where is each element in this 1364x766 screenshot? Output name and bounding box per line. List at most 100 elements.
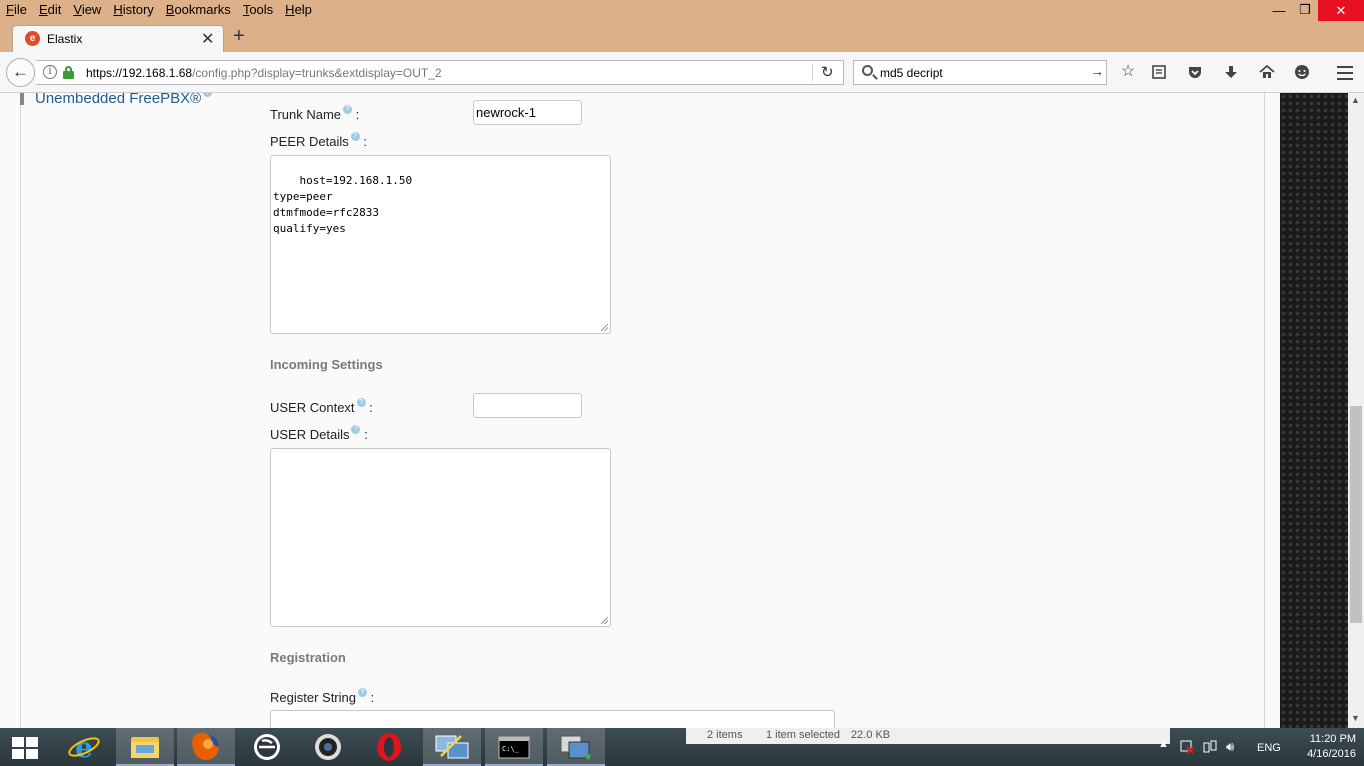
search-go-icon[interactable]: → bbox=[1090, 63, 1104, 79]
maximize-button[interactable]: ❐ bbox=[1292, 0, 1318, 20]
volume-icon[interactable]: 🔊︎ bbox=[1226, 739, 1234, 755]
camera-app-icon[interactable] bbox=[299, 728, 357, 766]
peer-details-textarea[interactable]: host=192.168.1.50 type=peer dtmfmode=rfc… bbox=[270, 155, 611, 334]
unembedded-freepbx-link[interactable]: Unembedded FreePBX®? bbox=[35, 93, 213, 107]
user-details-text: USER Details bbox=[270, 427, 350, 442]
back-button[interactable]: ← bbox=[6, 58, 35, 87]
explorer-item-count: 2 items bbox=[707, 729, 743, 741]
pocket-icon[interactable] bbox=[1185, 62, 1205, 82]
remote-desktop-icon[interactable] bbox=[547, 728, 605, 766]
language-indicator[interactable]: ENG bbox=[1257, 742, 1281, 754]
incoming-settings-heading: Incoming Settings bbox=[270, 357, 383, 372]
help-icon[interactable]: ? bbox=[356, 398, 366, 407]
peer-details-label: PEER Details? : bbox=[270, 132, 367, 149]
register-string-label: Register String? : bbox=[270, 688, 375, 705]
network-tool-icon[interactable] bbox=[423, 728, 481, 766]
command-prompt-icon[interactable]: C:\_ bbox=[485, 728, 543, 766]
resize-grip-icon[interactable] bbox=[601, 324, 608, 331]
register-string-text: Register String bbox=[270, 690, 356, 705]
left-border bbox=[20, 93, 21, 728]
windows-start-icon[interactable] bbox=[12, 737, 38, 759]
downloads-icon[interactable] bbox=[1221, 62, 1241, 82]
url-path: /config.php?display=trunks&extdisplay=OU… bbox=[192, 66, 442, 80]
svg-text:e: e bbox=[75, 731, 93, 764]
home-icon[interactable] bbox=[1257, 62, 1277, 82]
firefox-icon[interactable] bbox=[177, 728, 235, 766]
colon: : bbox=[363, 134, 367, 149]
trunk-name-text: Trunk Name bbox=[270, 107, 342, 122]
user-details-label: USER Details? : bbox=[270, 425, 368, 442]
explorer-status-bar: 2 items 1 item selected 22.0 KB bbox=[686, 728, 1170, 744]
colon: : bbox=[370, 690, 375, 705]
windows-taskbar: e C:\_ 2 items 1 item selected 22.0 KB ▲… bbox=[0, 728, 1364, 766]
bookmark-star-icon[interactable]: ☆ bbox=[1118, 62, 1138, 82]
user-details-textarea[interactable] bbox=[270, 448, 611, 627]
sidebar-marker bbox=[20, 93, 24, 105]
svg-text:C:\_: C:\_ bbox=[502, 745, 520, 753]
search-icon bbox=[862, 65, 873, 76]
app-circle-icon[interactable] bbox=[238, 728, 296, 766]
menu-help[interactable]: Help bbox=[279, 0, 318, 20]
reading-list-icon[interactable] bbox=[1149, 62, 1169, 82]
url-bar[interactable]: i https://192.168.1.68/config.php?displa… bbox=[36, 60, 844, 85]
navigation-bar: ← i https://192.168.1.68/config.php?disp… bbox=[0, 52, 1364, 93]
registration-heading: Registration bbox=[270, 650, 346, 665]
title-bar: File Edit View History Bookmarks Tools H… bbox=[0, 0, 1364, 22]
menu-bar: File Edit View History Bookmarks Tools H… bbox=[0, 0, 318, 20]
close-window-button[interactable]: ✕ bbox=[1318, 0, 1364, 21]
trunk-name-label: Trunk Name? : bbox=[270, 105, 360, 122]
register-string-input[interactable] bbox=[270, 710, 835, 728]
explorer-selected-size: 22.0 KB bbox=[851, 729, 891, 741]
peer-details-value: host=192.168.1.50 type=peer dtmfmode=rfc… bbox=[273, 174, 413, 235]
colon: : bbox=[355, 107, 360, 122]
url-text[interactable]: https://192.168.1.68/config.php?display=… bbox=[86, 66, 442, 80]
help-icon[interactable]: ? bbox=[350, 132, 360, 141]
peer-details-text: PEER Details bbox=[270, 134, 349, 149]
file-explorer-icon[interactable] bbox=[116, 728, 174, 766]
tab-elastix[interactable]: e Elastix ✕ bbox=[12, 25, 224, 52]
menu-view[interactable]: View bbox=[67, 0, 107, 20]
menu-file[interactable]: File bbox=[0, 0, 33, 20]
info-icon[interactable]: i bbox=[43, 65, 57, 79]
scroll-thumb[interactable] bbox=[1350, 406, 1362, 623]
url-host: https://192.168.1.68 bbox=[86, 66, 193, 80]
system-clock[interactable]: 11:20 PM 4/16/2016 bbox=[1290, 732, 1356, 762]
menu-bookmarks[interactable]: Bookmarks bbox=[160, 0, 237, 20]
menu-tools[interactable]: Tools bbox=[237, 0, 279, 20]
internet-explorer-icon[interactable]: e bbox=[55, 728, 113, 766]
help-icon[interactable]: ? bbox=[203, 93, 213, 97]
scroll-up-icon[interactable]: ▲ bbox=[1351, 95, 1360, 105]
tab-close-icon[interactable]: ✕ bbox=[201, 29, 214, 49]
menu-history[interactable]: History bbox=[107, 0, 159, 20]
network-icon[interactable] bbox=[1203, 740, 1217, 757]
clock-date: 4/16/2016 bbox=[1307, 748, 1356, 760]
action-center-icon[interactable] bbox=[1180, 740, 1194, 757]
tab-strip: e Elastix ✕ + bbox=[0, 22, 1364, 52]
scroll-down-icon[interactable]: ▼ bbox=[1351, 713, 1360, 723]
show-hidden-icons-icon[interactable]: ▲ bbox=[1158, 738, 1169, 750]
help-icon[interactable]: ? bbox=[343, 105, 353, 114]
user-context-input[interactable] bbox=[473, 393, 582, 418]
clock-time: 11:20 PM bbox=[1309, 733, 1356, 745]
new-tab-button[interactable]: + bbox=[233, 26, 245, 46]
right-border bbox=[1264, 93, 1265, 728]
explorer-selected-count: 1 item selected bbox=[766, 729, 840, 741]
lock-icon[interactable] bbox=[63, 66, 74, 79]
tab-title: Elastix bbox=[47, 32, 83, 46]
menu-icon[interactable] bbox=[1335, 62, 1355, 82]
resize-grip-icon[interactable] bbox=[601, 617, 608, 624]
menu-edit[interactable]: Edit bbox=[33, 0, 67, 20]
colon: : bbox=[369, 400, 373, 415]
help-icon[interactable]: ? bbox=[357, 688, 367, 697]
search-input[interactable]: md5 decript bbox=[880, 66, 943, 80]
minimize-button[interactable]: — bbox=[1266, 0, 1292, 20]
search-bar[interactable]: md5 decript → bbox=[853, 60, 1107, 85]
elastix-favicon-icon: e bbox=[25, 31, 40, 46]
opera-icon[interactable] bbox=[360, 728, 418, 766]
reload-icon[interactable]: ↻ bbox=[821, 63, 834, 81]
help-icon[interactable]: ? bbox=[351, 425, 361, 434]
page-scrollbar[interactable]: ▲ ▼ bbox=[1348, 93, 1364, 728]
hello-chat-icon[interactable] bbox=[1292, 62, 1312, 82]
page-content: Unembedded FreePBX®? Trunk Name? : newro… bbox=[0, 93, 1280, 728]
trunk-name-input[interactable]: newrock-1 bbox=[473, 100, 582, 125]
